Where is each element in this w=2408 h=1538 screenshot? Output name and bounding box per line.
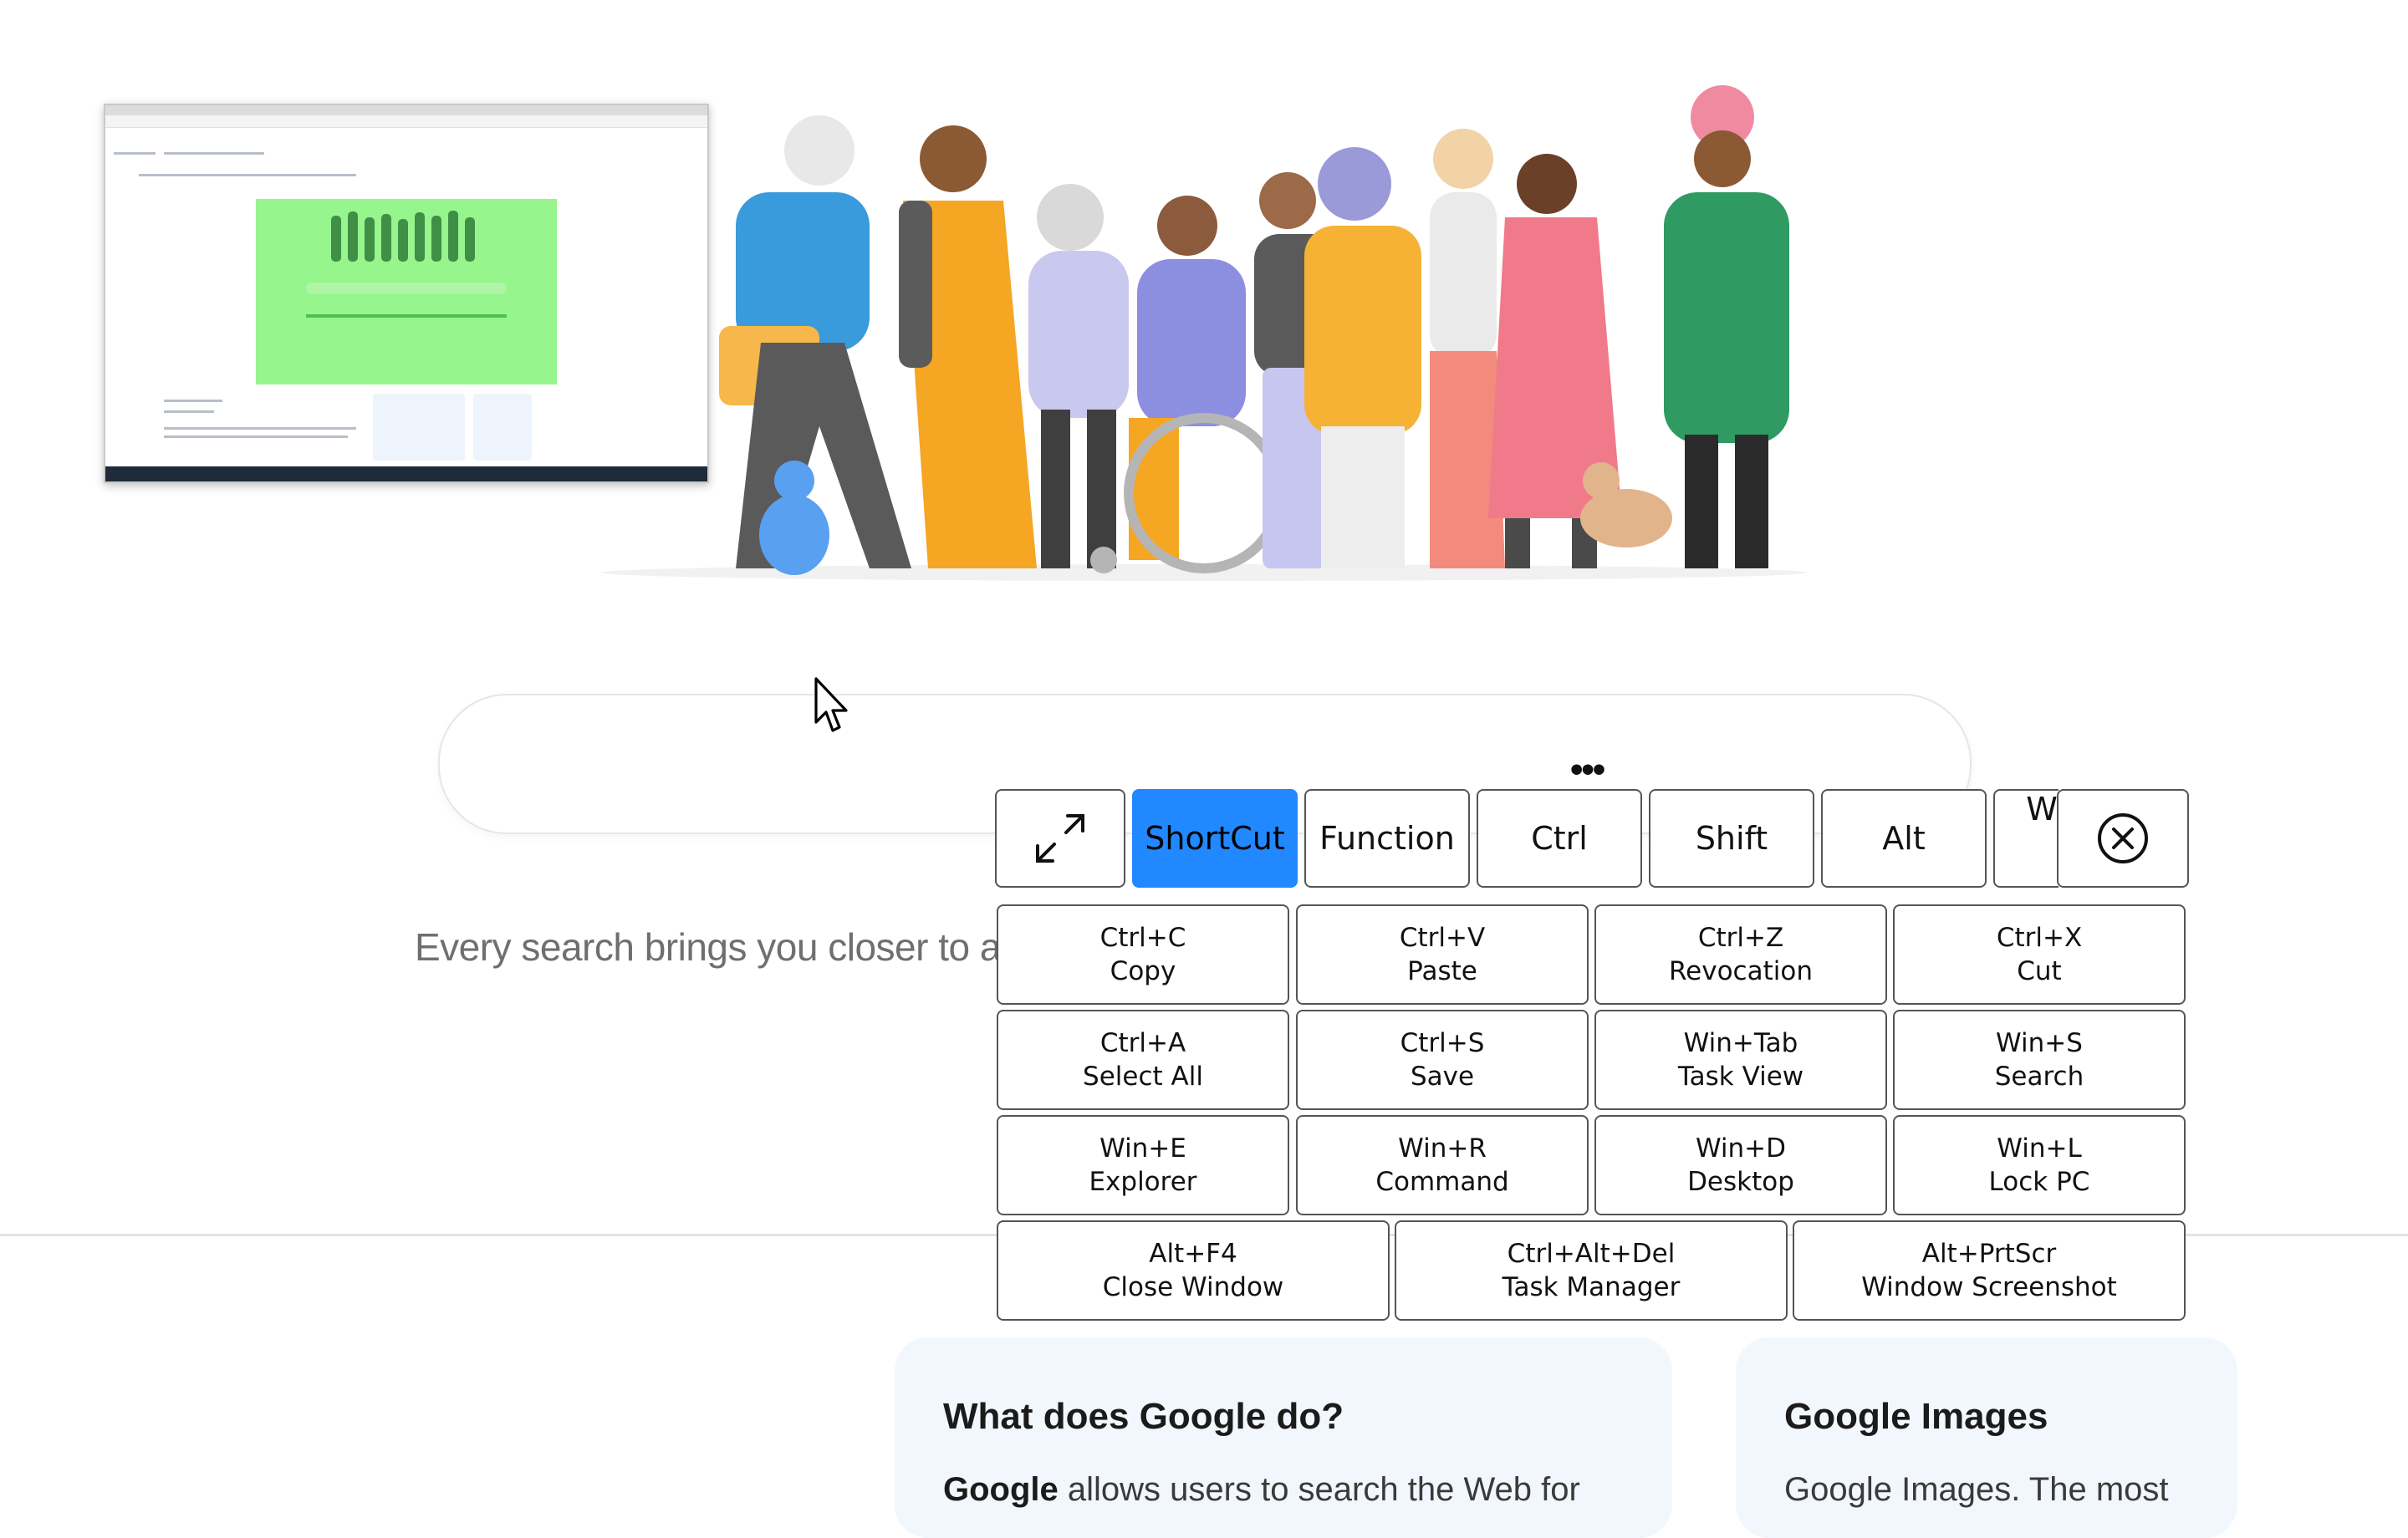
thumb-line: [164, 435, 348, 438]
shortcut-action: Revocation: [1669, 956, 1813, 986]
shortcut-close-window-button[interactable]: Alt+F4 Close Window: [997, 1220, 1390, 1321]
shortcut-explorer-button[interactable]: Win+E Explorer: [997, 1115, 1289, 1215]
shortcut-action: Explorer: [1089, 1167, 1197, 1197]
shortcut-copy-button[interactable]: Ctrl+C Copy: [997, 904, 1289, 1005]
shortcut-action: Paste: [1407, 956, 1477, 986]
card-text-bold: Google: [943, 1471, 1059, 1508]
shortcut-action: Copy: [1110, 956, 1176, 986]
card-title: What does Google do?: [943, 1396, 1344, 1437]
thumb-tab-bar: [105, 105, 707, 115]
thumb-card: [473, 394, 532, 461]
shortcut-action: Window Screenshot: [1861, 1272, 2117, 1302]
thumb-taskbar: [105, 466, 707, 481]
hero-illustration: [602, 85, 1806, 581]
expand-button[interactable]: [995, 789, 1125, 888]
thumb-url-bar: [105, 115, 707, 128]
shortcut-action: Task Manager: [1502, 1272, 1681, 1302]
thumb-line: [164, 427, 356, 430]
shortcut-combo: Alt+F4: [1149, 1239, 1237, 1269]
shortcut-combo: Win+L: [1997, 1133, 2082, 1164]
shortcut-combo: Ctrl+S: [1400, 1028, 1485, 1058]
shortcut-save-button[interactable]: Ctrl+S Save: [1296, 1010, 1589, 1110]
drag-handle[interactable]: •••: [1570, 749, 1605, 791]
shortcut-combo: Ctrl+C: [1099, 923, 1186, 953]
search-tagline: Every search brings you closer to a fr: [415, 924, 1034, 970]
shortcut-combo: Win+S: [1996, 1028, 2083, 1058]
thumb-line: [164, 152, 264, 155]
info-card-images: Google Images Google Images. The most: [1736, 1337, 2237, 1538]
shortcut-action: Close Window: [1102, 1272, 1284, 1302]
tab-shortcut[interactable]: ShortCut: [1132, 789, 1298, 888]
shortcut-undo-button[interactable]: Ctrl+Z Revocation: [1594, 904, 1887, 1005]
screenshot-thumbnail[interactable]: [104, 104, 709, 483]
close-keyboard-button[interactable]: [2057, 789, 2189, 888]
shortcut-select-all-button[interactable]: Ctrl+A Select All: [997, 1010, 1289, 1110]
thumb-card: [373, 394, 465, 461]
shortcut-action: Search: [1994, 1062, 2084, 1092]
tab-ctrl[interactable]: Ctrl: [1477, 789, 1642, 888]
shortcut-action: Save: [1410, 1062, 1475, 1092]
card-text: Google Images. The most: [1784, 1471, 2169, 1509]
shortcut-combo: Win+E: [1099, 1133, 1186, 1164]
shortcut-lock-pc-button[interactable]: Win+L Lock PC: [1893, 1115, 2186, 1215]
tagline-text: Every search brings you closer to a: [415, 925, 1012, 969]
shortcut-combo: Win+Tab: [1683, 1028, 1798, 1058]
shortcut-search-button[interactable]: Win+S Search: [1893, 1010, 2186, 1110]
shortcut-command-button[interactable]: Win+R Command: [1296, 1115, 1589, 1215]
shortcut-action: Desktop: [1687, 1167, 1794, 1197]
shortcut-combo: Alt+PrtScr: [1921, 1239, 2057, 1269]
card-text-rest: allows users to search the Web for: [1058, 1471, 1580, 1508]
expand-icon: [1036, 814, 1084, 863]
shortcut-window-screenshot-button[interactable]: Alt+PrtScr Window Screenshot: [1793, 1220, 2186, 1321]
info-card-google: What does Google do? Google allows users…: [895, 1337, 1672, 1538]
thumb-illustration: [306, 211, 507, 318]
thumb-line: [114, 152, 156, 155]
shortcut-combo: Win+R: [1398, 1133, 1487, 1164]
mouse-pointer-icon: [814, 677, 848, 732]
shortcut-combo: Ctrl+Alt+Del: [1507, 1239, 1676, 1269]
close-circle-icon: [2098, 813, 2148, 863]
shortcut-action: Select All: [1083, 1062, 1203, 1092]
thumb-line: [164, 410, 214, 413]
card-text: Google allows users to search the Web fo…: [943, 1471, 1580, 1509]
thumb-line: [139, 174, 356, 176]
shortcut-paste-button[interactable]: Ctrl+V Paste: [1296, 904, 1589, 1005]
tab-alt[interactable]: Alt: [1821, 789, 1987, 888]
shortcut-combo: Ctrl+A: [1099, 1028, 1186, 1058]
shortcut-action: Lock PC: [1988, 1167, 2090, 1197]
shortcut-task-manager-button[interactable]: Ctrl+Alt+Del Task Manager: [1395, 1220, 1788, 1321]
thumb-highlight: [256, 199, 557, 384]
shortcut-combo: Ctrl+X: [1996, 923, 2083, 953]
shortcut-action: Cut: [2017, 956, 2062, 986]
tab-shift[interactable]: Shift: [1649, 789, 1814, 888]
shortcut-action: Command: [1375, 1167, 1509, 1197]
shortcut-cut-button[interactable]: Ctrl+X Cut: [1893, 904, 2186, 1005]
shortcut-desktop-button[interactable]: Win+D Desktop: [1594, 1115, 1887, 1215]
card-text-rest: Google Images. The most: [1784, 1471, 2169, 1508]
tab-function[interactable]: Function: [1304, 789, 1470, 888]
shortcut-combo: Win+D: [1695, 1133, 1787, 1164]
shortcut-combo: Ctrl+Z: [1697, 923, 1784, 953]
shortcut-task-view-button[interactable]: Win+Tab Task View: [1594, 1010, 1887, 1110]
card-title: Google Images: [1784, 1396, 2048, 1437]
shortcut-action: Task View: [1677, 1062, 1804, 1092]
tab-win[interactable]: W: [1993, 789, 2059, 888]
shortcut-combo: Ctrl+V: [1399, 923, 1486, 953]
thumb-line: [164, 400, 222, 402]
